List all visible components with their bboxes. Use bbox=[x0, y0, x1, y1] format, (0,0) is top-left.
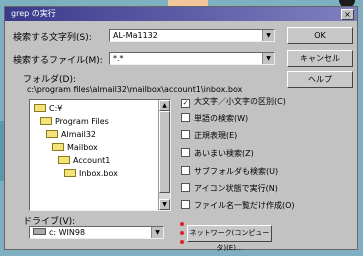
drive-value: c: WIN98 bbox=[49, 228, 86, 237]
folder-open-icon bbox=[64, 169, 76, 177]
checkbox[interactable] bbox=[181, 130, 190, 139]
tree-item[interactable]: Program Files bbox=[40, 116, 109, 128]
option-case-sensitive[interactable]: ✓ 大文字／小文字の区別(C) bbox=[181, 96, 286, 108]
tree-item[interactable]: Mailbox bbox=[52, 142, 98, 154]
folder-open-icon bbox=[34, 104, 46, 112]
drive-icon bbox=[33, 228, 46, 235]
option-label: 大文字／小文字の区別(C) bbox=[194, 97, 286, 106]
checkbox[interactable] bbox=[181, 166, 190, 175]
folder-label: フォルダ(D): bbox=[23, 75, 76, 85]
network-button[interactable]: ネットワーク(コンピュータ)(E)... bbox=[187, 225, 272, 252]
search-file-label: 検索するファイル(M): bbox=[13, 56, 103, 66]
scroll-thumb[interactable] bbox=[159, 111, 170, 193]
checkbox[interactable]: ✓ bbox=[181, 99, 190, 108]
highlight-dot bbox=[180, 231, 184, 235]
chevron-down-icon[interactable]: ▼ bbox=[151, 227, 163, 238]
tree-item[interactable]: Account1 bbox=[58, 155, 110, 167]
checkbox[interactable] bbox=[181, 183, 190, 192]
drive-combo[interactable]: c: WIN98 ▼ bbox=[29, 226, 164, 239]
search-file-value: *.* bbox=[113, 54, 124, 63]
checkbox[interactable] bbox=[181, 113, 190, 122]
option-regex[interactable]: 正規表現(E) bbox=[181, 130, 237, 142]
drive-value-wrap: c: WIN98 bbox=[33, 228, 85, 237]
tree-item-label: Account1 bbox=[73, 156, 111, 165]
option-label: サブフォルダも検索(U) bbox=[194, 167, 279, 176]
tree-item-label: Inbox.box bbox=[79, 169, 118, 178]
cancel-button[interactable]: キャンセル bbox=[287, 50, 353, 67]
tree-item-label: C:¥ bbox=[49, 104, 63, 113]
highlight-dot bbox=[180, 240, 184, 244]
folder-open-icon bbox=[58, 156, 70, 164]
chevron-down-icon[interactable]: ▼ bbox=[262, 53, 274, 64]
highlight-dot bbox=[180, 222, 184, 226]
folder-tree[interactable]: C:¥ Program Files Almail32 Mailbox Accou… bbox=[29, 99, 171, 211]
dialog-title: grep の実行 bbox=[11, 9, 56, 18]
checkbox[interactable] bbox=[181, 148, 190, 157]
option-filename-list[interactable]: ファイル名一覧だけ作成(O) bbox=[181, 200, 295, 212]
folder-open-icon bbox=[40, 117, 52, 125]
tree-item-label: Program Files bbox=[55, 117, 109, 126]
folder-path: c:\program files\almail32\mailbox\accoun… bbox=[27, 85, 243, 94]
folder-open-icon bbox=[46, 130, 58, 138]
tree-item-label: Almail32 bbox=[61, 130, 97, 139]
option-fuzzy[interactable]: あいまい検索(Z) bbox=[181, 148, 254, 160]
search-file-combo[interactable]: *.* ▼ bbox=[109, 52, 275, 65]
tree-scrollbar[interactable]: ▲ ▼ bbox=[158, 100, 170, 210]
tree-item[interactable]: Almail32 bbox=[46, 129, 96, 141]
search-text-combo[interactable]: AL-Ma1132 ▼ bbox=[109, 29, 275, 42]
option-label: ファイル名一覧だけ作成(O) bbox=[194, 201, 295, 210]
chevron-down-icon[interactable]: ▼ bbox=[262, 30, 274, 41]
help-button[interactable]: ヘルプ bbox=[287, 71, 353, 88]
scroll-up-icon[interactable]: ▲ bbox=[159, 100, 170, 111]
option-run-minimized[interactable]: アイコン状態で実行(N) bbox=[181, 183, 278, 195]
tree-item-label: Mailbox bbox=[67, 143, 98, 152]
option-label: あいまい検索(Z) bbox=[194, 149, 254, 158]
grep-dialog: grep の実行 × 検索する文字列(S): AL-Ma1132 ▼ 検索するフ… bbox=[4, 6, 358, 252]
ok-button[interactable]: OK bbox=[287, 27, 353, 44]
search-text-value: AL-Ma1132 bbox=[113, 31, 158, 40]
search-text-label: 検索する文字列(S): bbox=[13, 33, 92, 43]
folder-open-icon bbox=[52, 143, 64, 151]
scroll-down-icon[interactable]: ▼ bbox=[159, 199, 170, 210]
option-label: アイコン状態で実行(N) bbox=[194, 184, 278, 193]
option-subfolders[interactable]: サブフォルダも検索(U) bbox=[181, 166, 278, 178]
tree-item[interactable]: C:¥ bbox=[34, 103, 62, 115]
tree-item[interactable]: Inbox.box bbox=[64, 168, 118, 180]
title-bar: grep の実行 × bbox=[5, 7, 357, 21]
checkbox[interactable] bbox=[181, 200, 190, 209]
close-button[interactable]: × bbox=[341, 9, 354, 20]
option-word[interactable]: 単語の検索(W) bbox=[181, 113, 248, 125]
option-label: 正規表現(E) bbox=[194, 131, 238, 140]
option-label: 単語の検索(W) bbox=[194, 114, 249, 123]
